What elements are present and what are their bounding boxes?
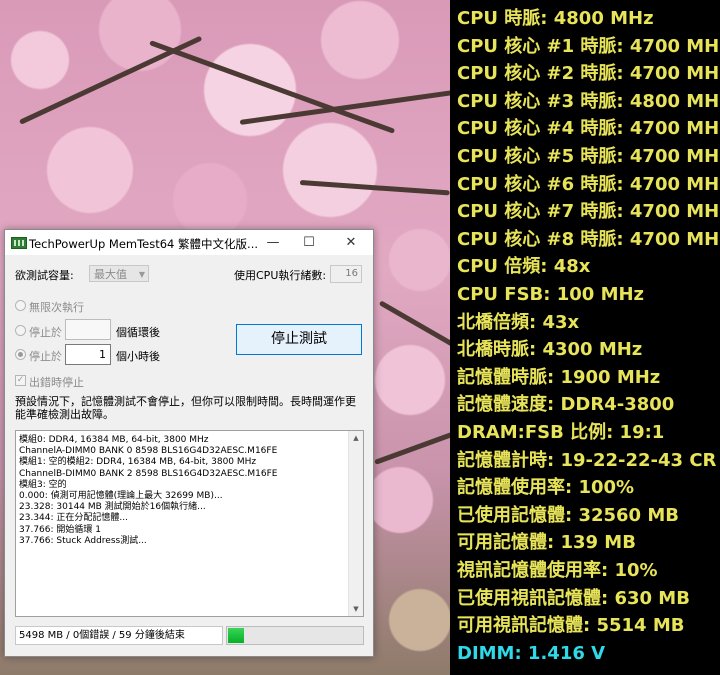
log-line: 模組3: 空的 (19, 479, 67, 490)
overlay-line: CPU 核心 #3 時脈: 4800 MHz (457, 90, 720, 112)
scroll-up-icon[interactable]: ▲ (349, 431, 363, 445)
overlay-line: 記憶體速度: DDR4-3800 (457, 394, 675, 416)
log-line: 0.000: 偵測可用記憶體(理論上最大 32699 MB)... (19, 491, 223, 501)
log-line: 23.328: 30144 MB 測試開始於16個執行緒... (19, 502, 206, 513)
overlay-line: CPU 倍頻: 48x (457, 256, 591, 278)
overlay-line: 記憶體計時: 19-22-22-43 CR (457, 449, 717, 471)
loops-label: 停止於 (29, 326, 62, 339)
wallpaper-branch (374, 429, 450, 465)
stop-on-error-checkbox[interactable]: ✓ (15, 375, 26, 386)
status-bar: 5498 MB / 0個錯誤 / 59 分鐘後結束 (15, 626, 223, 645)
minimize-button[interactable]: — (253, 232, 293, 254)
capacity-value: 最大值 (94, 268, 127, 281)
overlay-line: 可用記憶體: 139 MB (457, 532, 636, 554)
loops-radio[interactable] (15, 325, 26, 336)
overlay-line: CPU 核心 #4 時脈: 4700 MHz (457, 118, 720, 140)
overlay-line: 記憶體使用率: 100% (457, 477, 635, 499)
log-line: ChannelA-DIMM0 BANK 0 8598 BLS16G4D32AES… (19, 446, 278, 457)
overlay-line: CPU 核心 #5 時脈: 4700 MHz (457, 146, 720, 167)
log-scrollbar[interactable]: ▲ ▼ (348, 431, 363, 616)
ram-icon (11, 237, 27, 249)
overlay-line: 可用視訊記憶體: 5514 MB (457, 615, 685, 637)
unlimited-label: 無限次執行 (29, 301, 84, 314)
wallpaper-branch (18, 35, 203, 125)
overlay-line: CPU 核心 #1 時脈: 4700 MHz (457, 35, 720, 57)
overlay-line: 視訊記憶體使用率: 10% (457, 560, 658, 581)
hours-input[interactable]: 1 (65, 344, 111, 365)
memtest-window: TechPowerUp MemTest64 繁體中文化版... — ☐ ✕ 欲測… (4, 229, 374, 657)
overlay-line: DIMM: 1.416 V (457, 642, 606, 664)
capacity-label: 欲測試容量: (15, 269, 74, 282)
hardware-monitor-overlay: CPU 時脈: 4800 MHz CPU 核心 #1 時脈: 4700 MHz CP… (450, 0, 720, 675)
wallpaper-branch (378, 300, 450, 350)
overlay-line: 已使用視訊記憶體: 630 MB (457, 587, 690, 609)
progress-fill (228, 628, 244, 643)
log-line: 模組1: 空的模組2: DDR4, 16384 MB, 64-bit, 3800… (19, 457, 257, 468)
log-line: ChannelB-DIMM0 BANK 2 8598 BLS16G4D32AES… (19, 468, 278, 479)
overlay-line: 北橋倍頻: 43x (457, 311, 580, 333)
log-panel[interactable]: ▲ ▼ 模組0: DDR4, 16384 MB, 64-bit, 3800 MH… (15, 430, 364, 617)
wallpaper-branch (239, 89, 450, 125)
chevron-down-icon: ▼ (138, 270, 145, 279)
wallpaper-branch (299, 180, 450, 196)
overlay-line: CPU 核心 #7 時脈: 4700 MHz (457, 201, 720, 223)
loops-suffix: 個循環後 (116, 326, 160, 339)
overlay-line: CPU 核心 #6 時脈: 4700 MHz (457, 173, 720, 195)
loops-input[interactable] (65, 319, 111, 340)
title-bar[interactable]: TechPowerUp MemTest64 繁體中文化版... — ☐ ✕ (5, 230, 373, 255)
overlay-line: 記憶體時脈: 1900 MHz (457, 366, 661, 388)
maximize-button[interactable]: ☐ (289, 232, 329, 254)
hours-label: 停止於 (29, 350, 62, 363)
overlay-line: 北橋時脈: 4300 MHz (457, 339, 643, 361)
unlimited-radio[interactable] (15, 300, 26, 311)
threads-input[interactable]: 16 (330, 265, 362, 283)
info-note: 預設情況下，記憶體測試不會停止，但你可以限制時間。長時間運作更能準確檢測出故障。 (15, 395, 356, 421)
progress-bar (226, 626, 364, 645)
overlay-line: CPU 核心 #8 時脈: 4700 MHz (457, 228, 720, 250)
hours-radio[interactable] (15, 349, 26, 360)
window-title: TechPowerUp MemTest64 繁體中文化版... (29, 237, 258, 251)
log-line: 模組0: DDR4, 16384 MB, 64-bit, 3800 MHz (19, 435, 209, 445)
overlay-line: 已使用記憶體: 32560 MB (457, 504, 679, 526)
log-line: 37.766: 開始循環 1 (19, 524, 101, 535)
log-line: 37.766: Stuck Address測試... (19, 535, 147, 546)
hours-suffix: 個小時後 (116, 350, 160, 363)
overlay-line: DRAM:FSB 比例: 19:1 (457, 422, 665, 443)
stop-test-button[interactable]: 停止測試 (236, 324, 362, 355)
close-button[interactable]: ✕ (331, 232, 371, 254)
threads-label: 使用CPU執行緒數: (234, 269, 327, 282)
overlay-line: CPU 核心 #2 時脈: 4700 MHz (457, 63, 720, 85)
scroll-down-icon[interactable]: ▼ (349, 602, 363, 616)
stop-on-error-label: 出錯時停止 (29, 376, 84, 389)
capacity-select[interactable]: 最大值 ▼ (89, 265, 149, 282)
overlay-line: CPU FSB: 100 MHz (457, 284, 645, 305)
log-line: 23.344: 正在分配記憶體... (19, 513, 128, 524)
overlay-line: CPU 時脈: 4800 MHz (457, 8, 654, 29)
